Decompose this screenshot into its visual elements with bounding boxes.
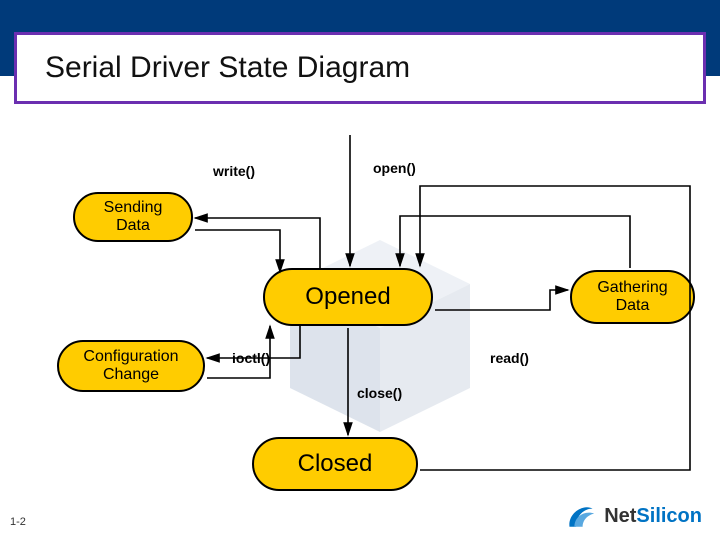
logo-icon [564, 502, 598, 530]
title-box: Serial Driver State Diagram [14, 32, 706, 104]
brand-logo: NetSilicon [564, 502, 702, 530]
page-title: Serial Driver State Diagram [45, 51, 410, 85]
state-sending-data: Sending Data [73, 192, 193, 242]
page-number: 1-2 [10, 516, 26, 528]
state-closed: Closed [252, 437, 418, 491]
label-read: read() [490, 350, 529, 366]
label-close: close() [357, 385, 402, 401]
label-ioctl: ioctl() [232, 350, 270, 366]
state-opened: Opened [263, 268, 433, 326]
label-write: write() [213, 163, 255, 179]
brand-name: NetSilicon [604, 505, 702, 528]
state-gathering-data: Gathering Data [570, 270, 695, 324]
brand-name-part1: Net [604, 505, 636, 527]
brand-name-part2: Silicon [636, 505, 702, 527]
label-open: open() [373, 160, 416, 176]
state-configuration-change: Configuration Change [57, 340, 205, 392]
